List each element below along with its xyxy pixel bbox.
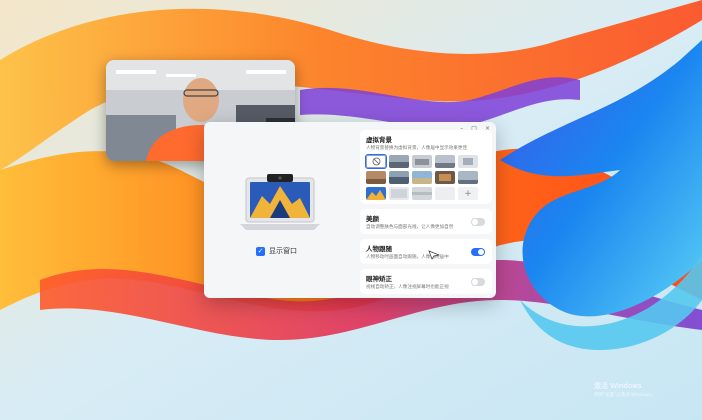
- follow-desc: 人物移动时画面自动跟随，人像始终居中: [366, 255, 449, 260]
- watermark-line2: 转到"设置"以激活 Windows。: [594, 393, 656, 398]
- background-thumb[interactable]: [412, 155, 432, 168]
- camera-settings-window: – □ × ✓ 显示窗口 虚拟背景 人物背景替换为虚拟背景，人像居中显示效果更佳: [204, 122, 496, 298]
- preview-pane: ✓ 显示窗口: [204, 122, 354, 298]
- background-thumb[interactable]: [412, 187, 432, 200]
- settings-list: 虚拟背景 人物背景替换为虚拟背景，人像居中显示效果更佳 + 美颜 自动调整肤色与…: [360, 130, 492, 296]
- laptop-camera-illustration: [240, 174, 320, 230]
- beauty-title: 美颜: [366, 215, 379, 223]
- background-thumbnails: +: [365, 154, 486, 200]
- background-thumb[interactable]: [435, 187, 455, 200]
- show-window-label: 显示窗口: [269, 247, 297, 255]
- beauty-desc: 自动调整肤色与面部光线，让人像更加自然: [366, 225, 454, 230]
- gaze-toggle[interactable]: [471, 278, 485, 286]
- none-icon: [372, 157, 380, 166]
- activation-watermark: 激活 Windows 转到"设置"以激活 Windows。: [594, 382, 656, 400]
- background-title: 虚拟背景: [366, 136, 392, 144]
- background-thumb[interactable]: [366, 187, 386, 200]
- show-window-option[interactable]: ✓ 显示窗口: [256, 246, 297, 256]
- gaze-desc: 视线自动矫正，人像注视屏幕时也能正视: [366, 285, 449, 290]
- show-window-checkbox[interactable]: ✓: [256, 246, 265, 256]
- background-thumb[interactable]: [389, 155, 409, 168]
- no-background-option[interactable]: [365, 154, 387, 169]
- background-thumb[interactable]: [435, 171, 455, 184]
- follow-toggle[interactable]: [471, 248, 485, 256]
- background-card: 虚拟背景 人物背景替换为虚拟背景，人像居中显示效果更佳 +: [360, 130, 492, 204]
- background-desc: 人物背景替换为虚拟背景，人像居中显示效果更佳: [366, 146, 468, 151]
- beauty-toggle[interactable]: [471, 218, 485, 226]
- follow-title: 人物跟随: [366, 245, 392, 253]
- gaze-title: 眼神矫正: [366, 275, 392, 283]
- background-thumb[interactable]: [389, 171, 409, 184]
- mouse-cursor-icon: [428, 250, 440, 260]
- follow-card: 人物跟随 人物移动时画面自动跟随，人像始终居中: [360, 239, 492, 264]
- plus-icon: +: [464, 188, 472, 199]
- watermark-line1: 激活 Windows: [594, 382, 642, 390]
- background-thumb[interactable]: [366, 171, 386, 184]
- background-thumb[interactable]: [412, 171, 432, 184]
- background-thumb[interactable]: [389, 187, 409, 200]
- background-thumb[interactable]: [458, 155, 478, 168]
- beauty-card: 美颜 自动调整肤色与面部光线，让人像更加自然: [360, 209, 492, 234]
- add-background-button[interactable]: +: [458, 187, 478, 200]
- background-thumb[interactable]: [458, 171, 478, 184]
- background-thumb[interactable]: [435, 155, 455, 168]
- gaze-card: 眼神矫正 视线自动矫正，人像注视屏幕时也能正视: [360, 269, 492, 294]
